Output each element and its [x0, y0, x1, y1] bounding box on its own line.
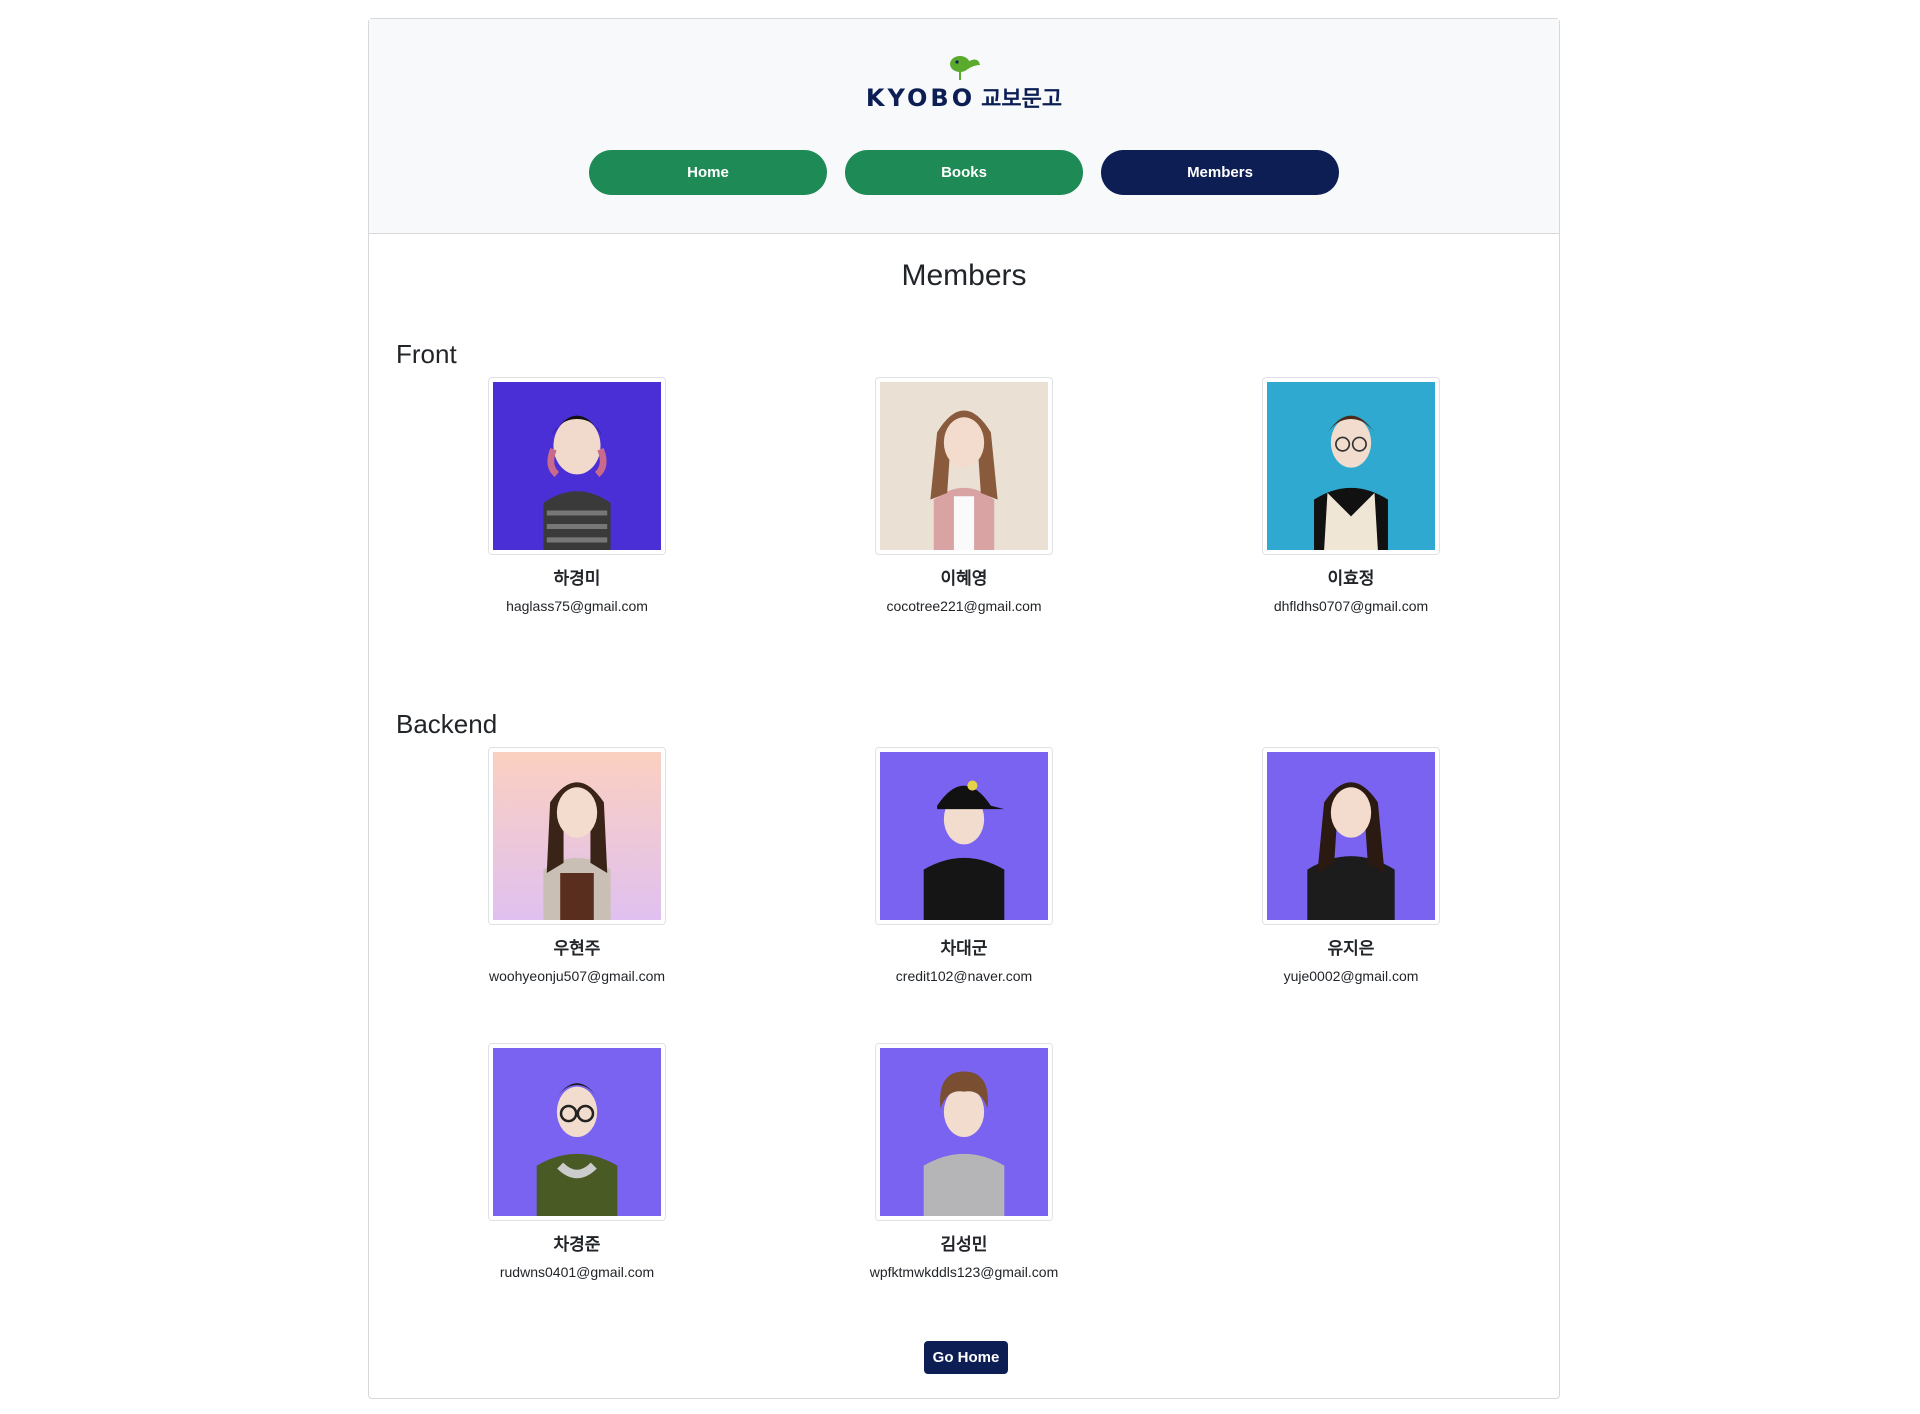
- nav-books-button[interactable]: Books: [845, 150, 1083, 195]
- member-email: dhfldhs0707@gmail.com: [1273, 598, 1429, 614]
- member-avatar: [875, 1043, 1053, 1221]
- avatar-image: [493, 752, 661, 920]
- member-email: woohyeonju507@gmail.com: [488, 968, 666, 984]
- member-name: 김성민: [940, 1235, 988, 1255]
- section-title-backend: Backend: [396, 709, 498, 739]
- avatar-image: [880, 752, 1048, 920]
- page-title: Members: [901, 259, 1027, 292]
- site-header: KYOBO 교보문고 Home Books Members: [369, 19, 1559, 234]
- member-card: 김성민 wpfktmwkddls123@gmail.com: [854, 1043, 1074, 1280]
- member-card: 이효정 dhfldhs0707@gmail.com: [1241, 377, 1461, 614]
- member-avatar: [875, 747, 1053, 925]
- member-avatar: [1262, 747, 1440, 925]
- member-avatar: [488, 1043, 666, 1221]
- member-name: 유지은: [1327, 939, 1375, 959]
- member-email: haglass75@gmail.com: [506, 598, 648, 614]
- member-card: 이혜영 cocotree221@gmail.com: [854, 377, 1074, 614]
- member-email: credit102@naver.com: [895, 968, 1033, 984]
- member-avatar: [1262, 377, 1440, 555]
- go-home-button[interactable]: Go Home: [924, 1341, 1008, 1374]
- member-card: 유지은 yuje0002@gmail.com: [1241, 747, 1461, 984]
- member-name: 하경미: [553, 569, 601, 589]
- member-email: wpfktmwkddls123@gmail.com: [869, 1264, 1059, 1280]
- member-email: yuje0002@gmail.com: [1283, 968, 1419, 984]
- page-container: KYOBO 교보문고 Home Books Members Members Fr…: [368, 18, 1560, 1399]
- member-card: 차경준 rudwns0401@gmail.com: [467, 1043, 687, 1280]
- bird-icon: [950, 56, 980, 80]
- member-card: 차대군 credit102@naver.com: [854, 747, 1074, 984]
- section-title-front: Front: [396, 339, 457, 369]
- avatar-image: [1267, 382, 1435, 550]
- member-avatar: [875, 377, 1053, 555]
- logo-text-en: KYOBO: [865, 84, 976, 112]
- member-card: 하경미 haglass75@gmail.com: [467, 377, 687, 614]
- avatar-image: [1267, 752, 1435, 920]
- member-name: 이효정: [1327, 569, 1375, 589]
- avatar-image: [493, 382, 661, 550]
- member-name: 이혜영: [940, 569, 988, 589]
- member-avatar: [488, 377, 666, 555]
- member-avatar: [488, 747, 666, 925]
- avatar-image: [880, 1048, 1048, 1216]
- member-email: rudwns0401@gmail.com: [499, 1264, 655, 1280]
- member-name: 차대군: [940, 939, 988, 959]
- avatar-image: [880, 382, 1048, 550]
- member-email: cocotree221@gmail.com: [886, 598, 1042, 614]
- main-nav: Home Books Members: [369, 150, 1559, 195]
- nav-members-button[interactable]: Members: [1101, 150, 1339, 195]
- member-card: 우현주 woohyeonju507@gmail.com: [467, 747, 687, 984]
- member-name: 우현주: [553, 939, 601, 959]
- avatar-image: [493, 1048, 661, 1216]
- nav-home-button[interactable]: Home: [589, 150, 827, 195]
- logo-text-ko: 교보문고: [981, 87, 1063, 112]
- member-name: 차경준: [553, 1235, 601, 1255]
- kyobo-logo[interactable]: KYOBO 교보문고: [369, 53, 1559, 129]
